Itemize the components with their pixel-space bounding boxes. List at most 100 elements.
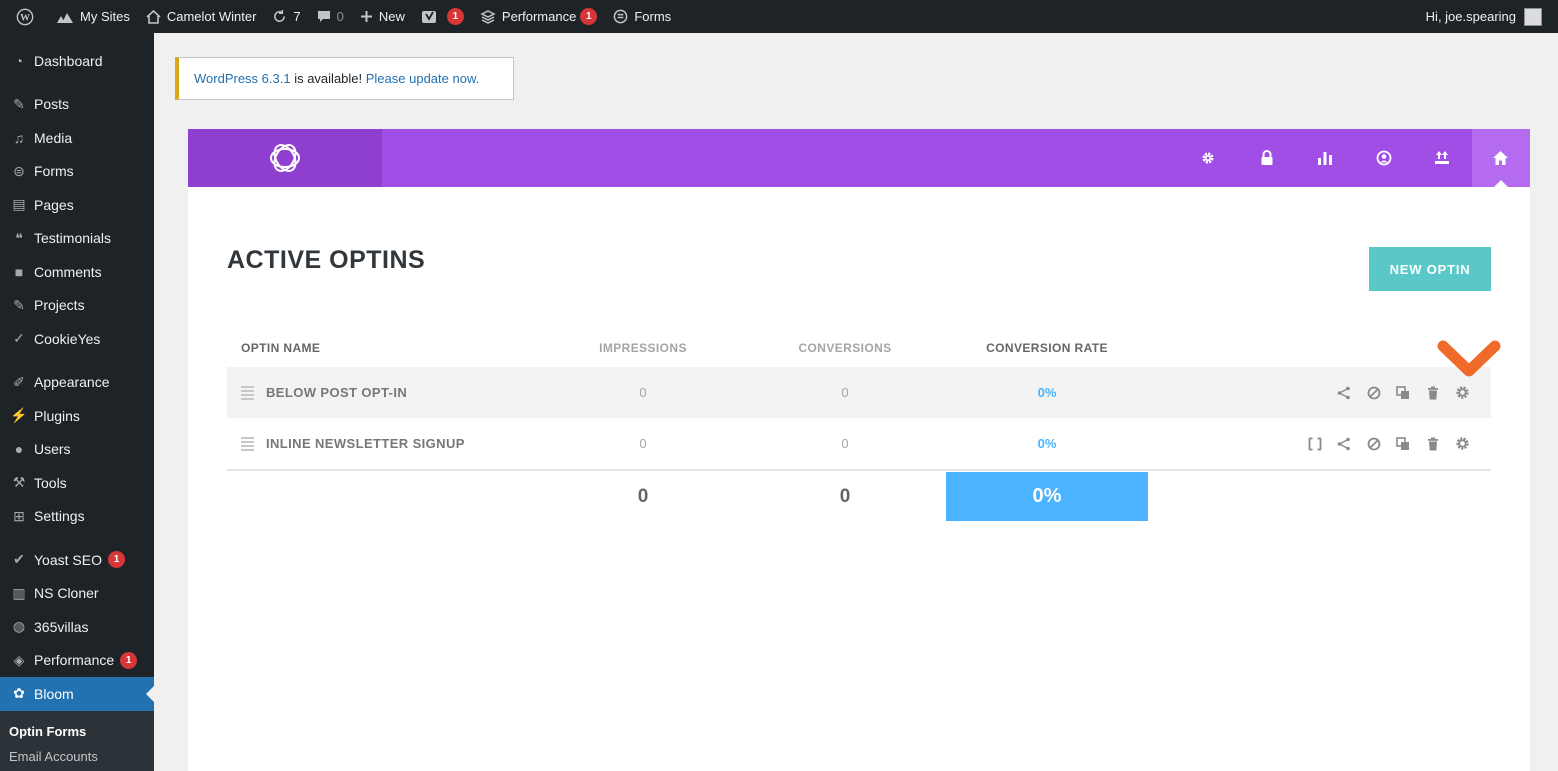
trash-icon[interactable] xyxy=(1418,386,1448,400)
sidebar-item-posts[interactable]: ✎ Posts xyxy=(0,88,154,122)
submenu-item-email-accounts[interactable]: Email Accounts xyxy=(0,744,154,769)
sidebar-item-performance[interactable]: ◈ Performance 1 xyxy=(0,644,154,678)
table-header: OPTIN NAME IMPRESSIONS CONVERSIONS CONVE… xyxy=(227,329,1491,367)
conversions-cell: 0 xyxy=(841,385,849,400)
sidebar-item-365villas[interactable]: ◍ 365villas xyxy=(0,610,154,644)
performance-menu[interactable]: Performance 1 xyxy=(472,0,605,33)
account-nav-button[interactable] xyxy=(1355,129,1414,187)
user-greeting: Hi, joe.spearing xyxy=(1425,9,1516,24)
yoast-icon xyxy=(421,9,437,25)
yoast-icon: ✔ xyxy=(13,551,25,568)
trash-icon[interactable] xyxy=(1418,437,1448,451)
settings-icon: ⊞ xyxy=(13,507,25,524)
forms-icon xyxy=(613,9,628,24)
yoast-menu[interactable]: 1 xyxy=(413,0,472,33)
sidebar-item-label: Users xyxy=(34,441,71,458)
table-row: INLINE NEWSLETTER SIGNUP 0 0 0% xyxy=(227,418,1491,469)
update-now-link[interactable]: Please update now. xyxy=(366,71,479,86)
import-export-nav-button[interactable] xyxy=(1413,129,1472,187)
user-icon: ● xyxy=(14,441,24,458)
sidebar-item-label: Testimonials xyxy=(34,230,112,247)
sidebar-item-users[interactable]: ● Users xyxy=(0,433,154,467)
sidebar-item-label: NS Cloner xyxy=(34,585,99,602)
gear-icon[interactable] xyxy=(1448,436,1478,451)
home-nav-button[interactable] xyxy=(1471,129,1530,187)
pin-icon: ✎ xyxy=(13,95,25,112)
row-actions xyxy=(1148,436,1491,451)
sidebar-item-label: Settings xyxy=(34,508,85,525)
update-notice: WordPress 6.3.1 is available! Please upd… xyxy=(175,57,514,100)
notice-text: is available! xyxy=(290,71,366,86)
optin-name[interactable]: BELOW POST OPT-IN xyxy=(266,385,407,400)
page-title: ACTIVE OPTINS xyxy=(227,246,426,274)
shortcode-icon[interactable] xyxy=(1300,437,1330,451)
lock-nav-button[interactable] xyxy=(1238,129,1297,187)
bloom-submenu: Optin Forms Email Accounts xyxy=(0,710,154,771)
wordpress-logo-menu[interactable]: W xyxy=(8,0,48,33)
settings-nav-button[interactable] xyxy=(1179,129,1238,187)
new-optin-button[interactable]: NEW OPTIN xyxy=(1369,247,1491,291)
account-icon xyxy=(1376,150,1392,166)
plus-icon xyxy=(360,10,373,23)
sidebar-item-label: Comments xyxy=(34,263,102,280)
wordpress-version-link[interactable]: WordPress 6.3.1 xyxy=(194,71,291,86)
sidebar-item-media[interactable]: ♫ Media xyxy=(0,121,154,155)
sidebar-item-label: Forms xyxy=(34,163,74,180)
sidebar-item-ns-cloner[interactable]: ▥ NS Cloner xyxy=(0,577,154,611)
submenu-item-optin-forms[interactable]: Optin Forms xyxy=(0,719,154,744)
comment-icon xyxy=(317,10,331,24)
sidebar-item-projects[interactable]: ✎ Projects xyxy=(0,289,154,323)
duplicate-icon[interactable] xyxy=(1389,436,1419,451)
row-type-icon xyxy=(241,436,254,451)
forms-menu[interactable]: Forms xyxy=(605,0,679,33)
user-account-menu[interactable]: Hi, joe.spearing xyxy=(1418,0,1550,33)
sidebar-item-yoast-seo[interactable]: ✔ Yoast SEO 1 xyxy=(0,543,154,577)
sidebar-item-label: Yoast SEO xyxy=(34,551,102,568)
sidebar-item-plugins[interactable]: ⚡ Plugins xyxy=(0,399,154,433)
comments-count: 0 xyxy=(336,9,344,24)
column-header-conversions: CONVERSIONS xyxy=(798,341,892,355)
sidebar-item-dashboard[interactable]: ◔ Dashboard xyxy=(0,44,154,78)
sidebar-item-bloom[interactable]: ✿ Bloom xyxy=(0,677,154,711)
sidebar-item-appearance[interactable]: ✐ Appearance xyxy=(0,366,154,400)
bloom-logo xyxy=(188,129,382,187)
avatar xyxy=(1524,7,1542,26)
sidebar-item-label: Plugins xyxy=(34,407,80,424)
stats-nav-button[interactable] xyxy=(1296,129,1355,187)
duplicate-icon[interactable] xyxy=(1389,385,1419,400)
gear-icon[interactable] xyxy=(1448,385,1478,400)
share-icon[interactable] xyxy=(1330,437,1360,451)
sidebar-item-label: Posts xyxy=(34,96,70,113)
sidebar-item-tools[interactable]: ⚒ Tools xyxy=(0,466,154,500)
notification-badge: 1 xyxy=(120,651,138,669)
sidebar-item-label: Appearance xyxy=(34,374,110,391)
my-sites-menu[interactable]: My Sites xyxy=(48,0,138,33)
sidebar-item-comments[interactable]: ■ Comments xyxy=(0,255,154,289)
optin-name[interactable]: INLINE NEWSLETTER SIGNUP xyxy=(266,436,465,451)
performance-badge: 1 xyxy=(580,8,598,25)
updates-icon xyxy=(272,9,287,24)
share-icon[interactable] xyxy=(1330,386,1360,400)
sidebar-item-settings[interactable]: ⊞ Settings xyxy=(0,500,154,534)
total-conversion-rate: 0% xyxy=(946,472,1148,521)
row-type-icon xyxy=(241,385,254,400)
sidebar-item-forms[interactable]: ⊜ Forms xyxy=(0,155,154,189)
cookie-icon: ✓ xyxy=(13,330,25,347)
stats-icon xyxy=(1318,152,1333,165)
disable-icon[interactable] xyxy=(1359,437,1389,451)
site-name-label: Camelot Winter xyxy=(166,9,257,24)
sidebar-item-label: CookieYes xyxy=(34,330,101,347)
comments-menu[interactable]: 0 xyxy=(309,0,352,33)
chevron-down-icon xyxy=(1437,340,1501,377)
updates-menu[interactable]: 7 xyxy=(264,0,308,33)
new-content-menu[interactable]: New xyxy=(352,0,413,33)
gear-icon xyxy=(1202,152,1214,164)
disable-icon[interactable] xyxy=(1359,386,1389,400)
sidebar-item-cookieyes[interactable]: ✓ CookieYes xyxy=(0,322,154,356)
sidebar-item-pages[interactable]: ▤ Pages xyxy=(0,188,154,222)
globe-icon: ◍ xyxy=(12,618,26,635)
forms-icon: ⊜ xyxy=(13,162,25,179)
bloom-logo-icon xyxy=(270,144,300,172)
site-name-menu[interactable]: Camelot Winter xyxy=(138,0,265,33)
sidebar-item-testimonials[interactable]: ❝ Testimonials xyxy=(0,222,154,256)
